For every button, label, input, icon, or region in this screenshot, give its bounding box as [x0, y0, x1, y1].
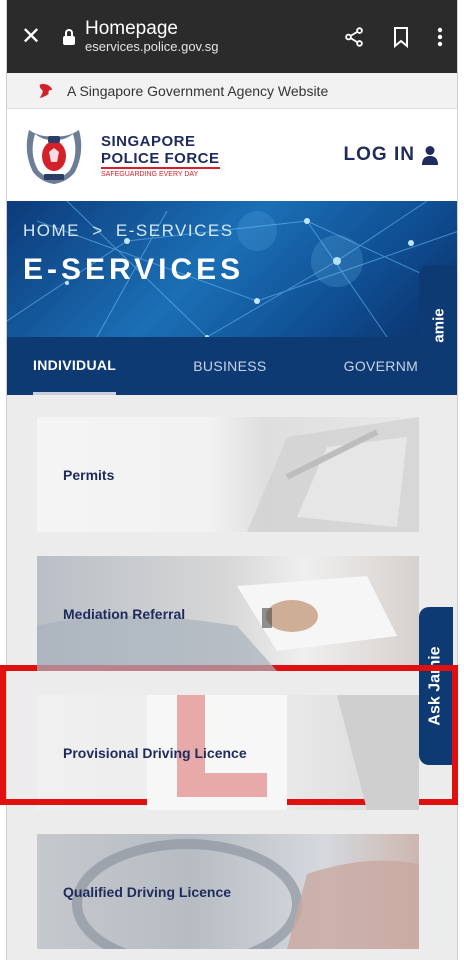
login-button[interactable]: LOG IN — [344, 144, 439, 166]
permits-card-image — [247, 417, 419, 532]
breadcrumb-separator: > — [92, 221, 104, 240]
hero-banner: HOME > E-SERVICES E-SERVICES — [7, 201, 457, 337]
card-mediation-referral[interactable]: Mediation Referral — [37, 556, 419, 671]
tab-individual[interactable]: INDIVIDUAL — [33, 337, 117, 395]
brand-block[interactable]: SINGAPORE POLICE FORCE SAFEGUARDING EVER… — [101, 133, 220, 178]
browser-url: eservices.police.gov.sg — [85, 38, 219, 54]
share-icon[interactable] — [343, 26, 365, 48]
card-qualified-driving-licence[interactable]: Qualified Driving Licence — [37, 834, 419, 949]
user-icon — [422, 146, 438, 165]
lock-icon — [61, 28, 77, 45]
more-vert-icon[interactable] — [437, 26, 443, 48]
lion-head-icon — [39, 83, 53, 98]
tab-business[interactable]: BUSINESS — [193, 337, 266, 395]
site-header: SINGAPORE POLICE FORCE SAFEGUARDING EVER… — [7, 109, 457, 201]
brand-line-1: SINGAPORE — [101, 132, 196, 150]
brand-line-2: POLICE FORCE — [101, 149, 220, 169]
card-label: Permits — [63, 466, 115, 483]
ask-jamie-label: Ask Jamie — [427, 646, 445, 726]
ask-jamie-tab-partial[interactable]: amie — [419, 265, 457, 385]
gov-strip-text: A Singapore Government Agency Website — [67, 82, 329, 99]
card-label: Mediation Referral — [63, 605, 186, 622]
bookmark-icon[interactable] — [391, 26, 411, 48]
breadcrumb: HOME > E-SERVICES — [23, 221, 234, 241]
browser-page-title: Homepage — [85, 17, 178, 39]
gov-agency-strip: A Singapore Government Agency Website — [7, 73, 457, 109]
spf-crest-logo[interactable] — [19, 122, 89, 188]
login-label: LOG IN — [343, 144, 415, 165]
browser-frame: ✕ Homepage eservices.police.gov.sg A Sin… — [6, 0, 458, 960]
service-card-list: Permits Mediation Referral Provisional D… — [7, 395, 457, 949]
page-title: E-SERVICES — [23, 253, 245, 286]
brand-tagline: SAFEGUARDING EVERY DAY — [101, 170, 199, 178]
card-permits[interactable]: Permits — [37, 417, 419, 532]
breadcrumb-current: E-SERVICES — [115, 221, 234, 240]
card-label: Provisional Driving Licence — [63, 744, 247, 761]
browser-toolbar: ✕ Homepage eservices.police.gov.sg — [7, 0, 457, 73]
browser-title-block[interactable]: Homepage eservices.police.gov.sg — [85, 17, 343, 54]
close-icon[interactable]: ✕ — [21, 22, 51, 51]
ask-jamie-button[interactable]: Ask Jamie — [419, 607, 453, 765]
category-tabs: INDIVIDUAL BUSINESS GOVERNMENT — [7, 337, 457, 395]
breadcrumb-home[interactable]: HOME — [23, 221, 80, 240]
card-provisional-driving-licence[interactable]: Provisional Driving Licence — [37, 695, 419, 810]
ask-jamie-label: amie — [430, 307, 448, 343]
card-label: Qualified Driving Licence — [63, 883, 232, 900]
